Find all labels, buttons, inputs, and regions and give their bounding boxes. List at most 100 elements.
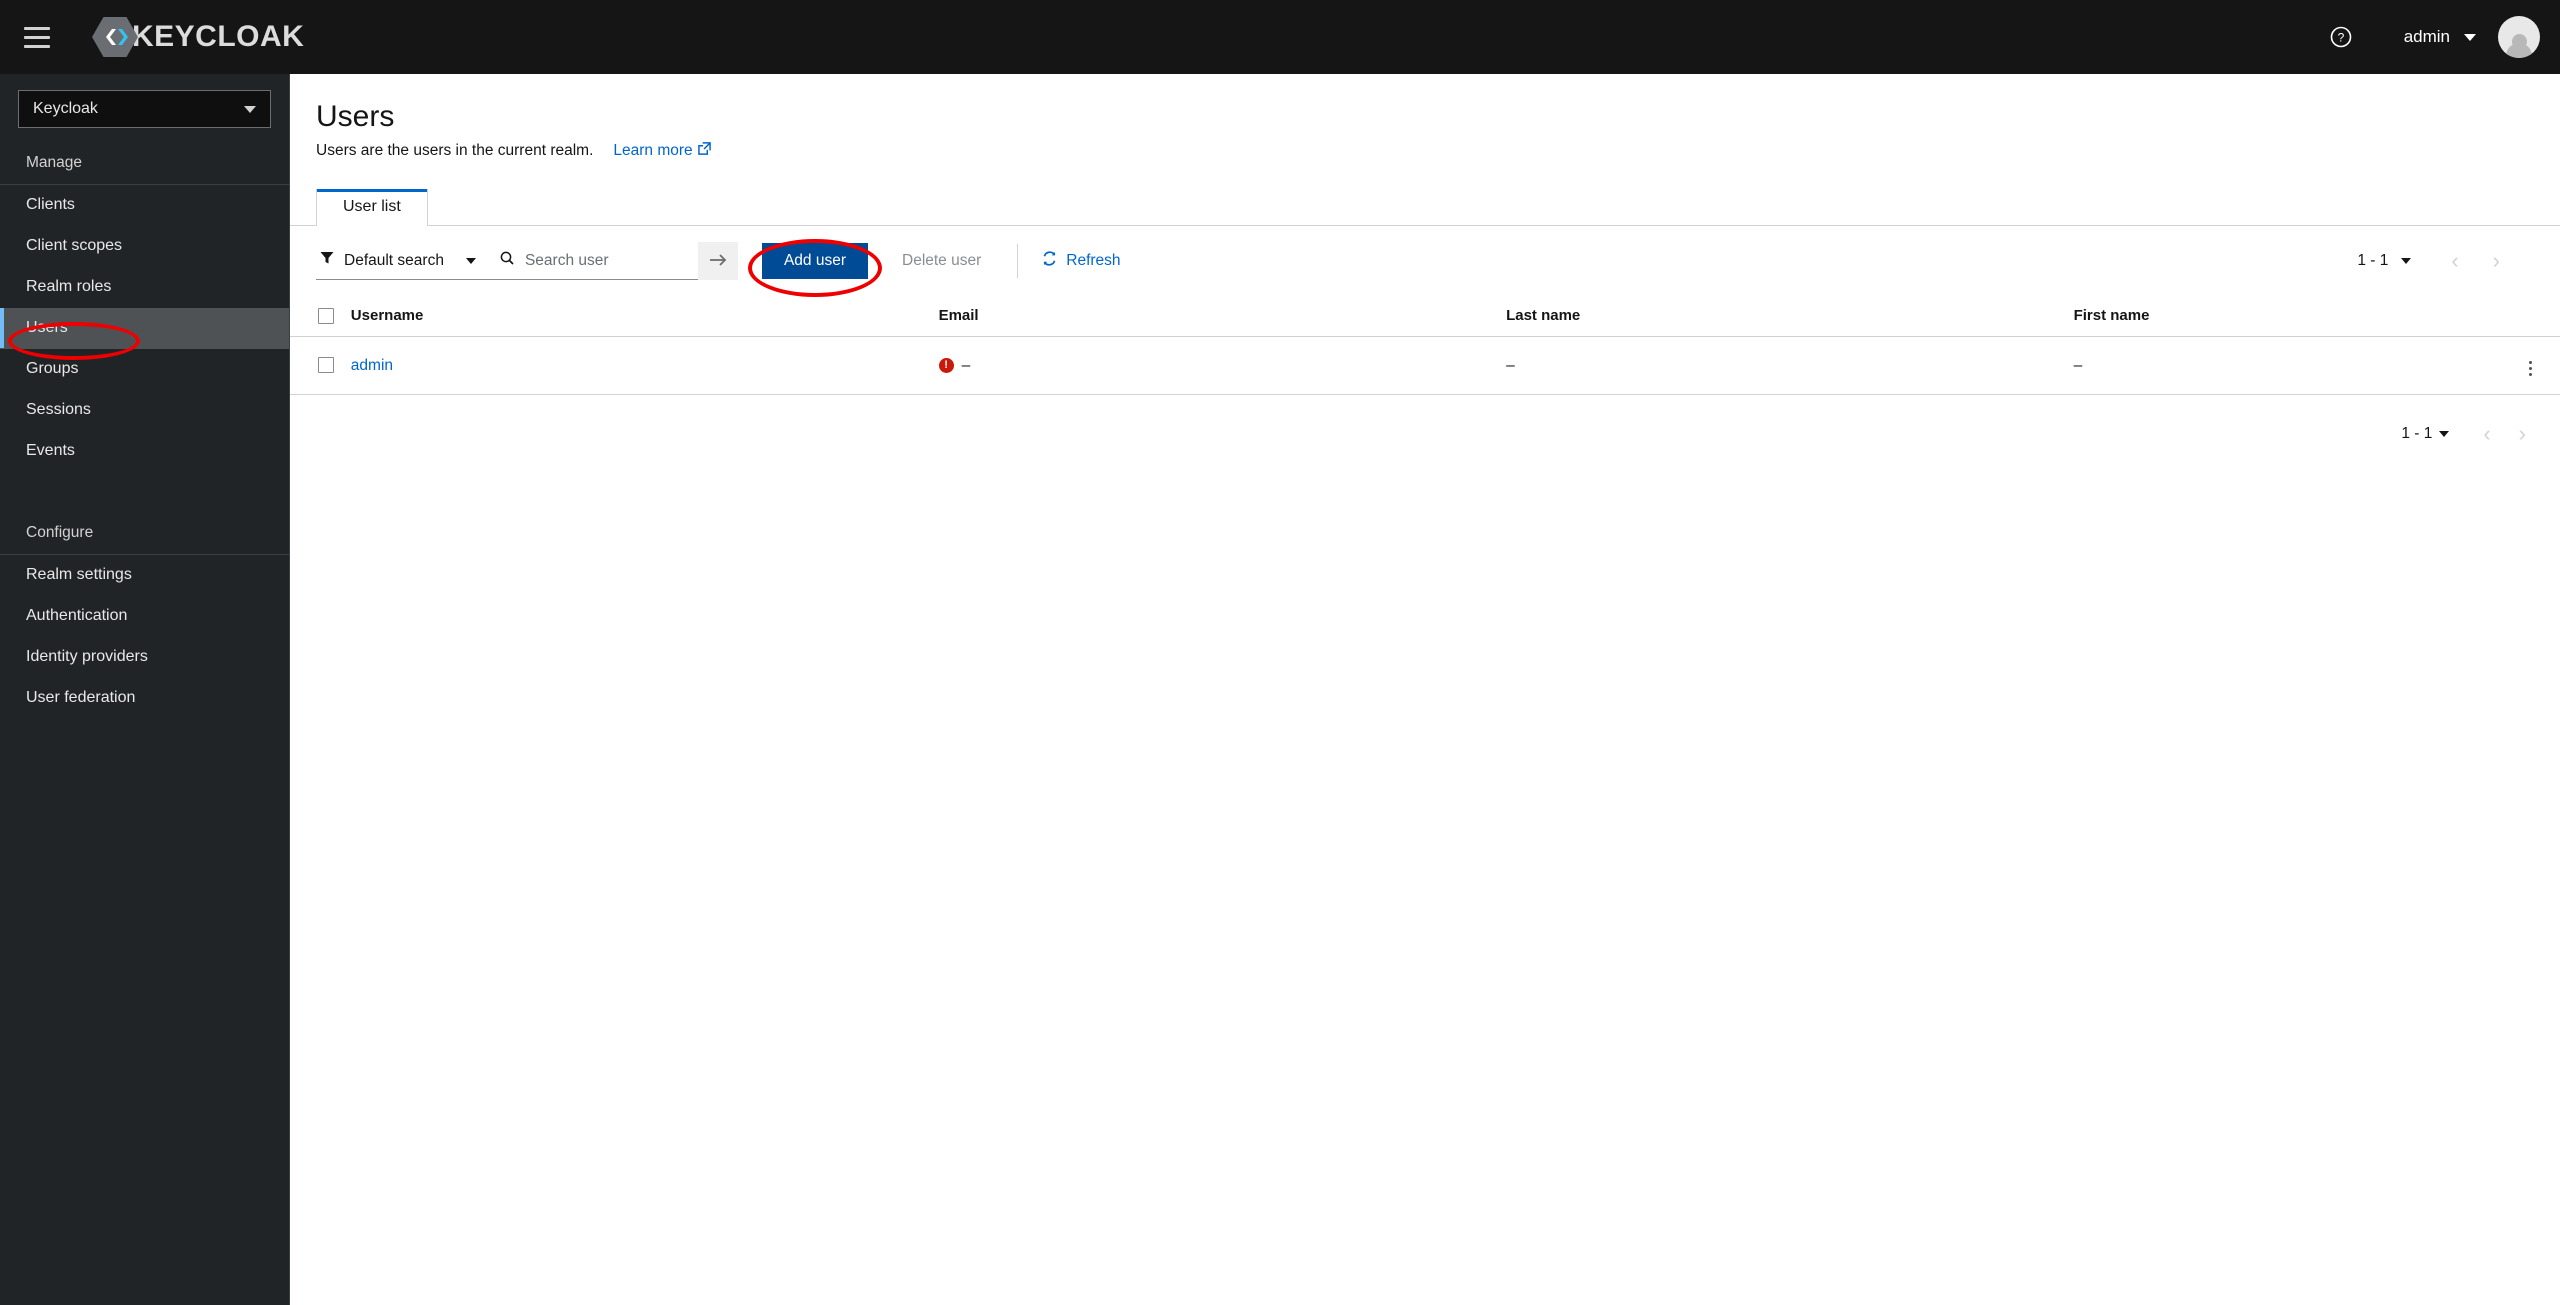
brand-logo[interactable]: KEYCLOAK <box>92 16 304 58</box>
users-table-head: Username Email Last name First name <box>290 295 2560 338</box>
user-link[interactable]: admin <box>351 357 393 374</box>
sidebar-item-client-scopes[interactable]: Client scopes <box>0 226 289 267</box>
search-submit-button[interactable] <box>697 242 738 280</box>
cell-first-name: – <box>2073 336 2500 396</box>
sidebar-item-authentication[interactable]: Authentication <box>0 596 289 637</box>
search-icon <box>500 251 514 270</box>
column-header-last-name: Last name <box>1506 295 2074 338</box>
masthead: KEYCLOAK ? admin <box>0 0 2560 74</box>
cell-last-name: – <box>1506 336 2074 396</box>
sidebar-item-label: Events <box>26 442 75 459</box>
pagination-next-button[interactable]: › <box>2505 417 2540 451</box>
chevron-down-icon[interactable] <box>2439 431 2450 438</box>
chevron-down-icon[interactable] <box>2401 258 2412 264</box>
sidebar-item-label: User federation <box>26 689 136 706</box>
search-field-wrap <box>487 242 698 280</box>
sidebar-item-sessions[interactable]: Sessions <box>0 390 289 431</box>
row-select-cell <box>290 336 351 396</box>
sidebar-item-users[interactable]: Users <box>0 308 289 349</box>
column-header-email: Email <box>938 295 1507 338</box>
sidebar-item-label: Users <box>26 319 68 336</box>
user-menu-toggle[interactable]: admin <box>2404 27 2476 47</box>
sidebar-item-label: Clients <box>26 196 75 213</box>
search-type-label: Default search <box>344 251 444 269</box>
cell-email-value: – <box>961 356 971 374</box>
nav-section-title-manage: Manage <box>0 142 289 185</box>
sidebar-item-label: Groups <box>26 360 79 377</box>
sidebar-item-label: Client scopes <box>26 237 123 254</box>
page-title: Users <box>316 100 395 133</box>
sidebar-item-label: Sessions <box>26 401 91 418</box>
search-type-dropdown[interactable]: Default search <box>316 242 488 280</box>
user-menu-label: admin <box>2403 27 2450 46</box>
tab-bar: User list <box>290 186 2560 226</box>
search-input[interactable] <box>522 250 698 271</box>
avatar[interactable] <box>2498 16 2540 58</box>
svg-text:?: ? <box>2337 31 2344 45</box>
select-all-checkbox[interactable] <box>318 308 334 325</box>
cell-email: ! – <box>938 336 1507 396</box>
select-all-header <box>290 295 351 338</box>
refresh-button[interactable]: Refresh <box>1036 250 1126 272</box>
sidebar-item-label: Realm settings <box>26 566 132 583</box>
sidebar-item-label: Authentication <box>26 607 128 624</box>
masthead-actions: ? admin <box>2318 14 2560 60</box>
cell-actions <box>2499 336 2560 396</box>
pagination-range: 1 - 1 <box>2357 252 2389 269</box>
sidebar-item-realm-settings[interactable]: Realm settings <box>0 555 289 596</box>
table-row: admin ! – – – <box>290 336 2560 396</box>
nav-group-configure: Configure Realm settings Authentication … <box>0 512 289 719</box>
sidebar-item-label: Identity providers <box>26 648 148 665</box>
learn-more-label: Learn more <box>613 142 693 159</box>
sidebar-item-user-federation[interactable]: User federation <box>0 678 289 719</box>
learn-more-link[interactable]: Learn more <box>613 142 711 160</box>
pagination-bottom: 1 - 1 ‹ › <box>290 395 2560 451</box>
tab-label: User list <box>343 198 401 215</box>
nav-group-manage: Manage Clients Client scopes Realm roles… <box>0 142 289 472</box>
page-description: Users are the users in the current realm… <box>316 142 594 159</box>
toolbar: Default search Add user Delete user <box>290 226 2560 295</box>
sidebar-item-clients[interactable]: Clients <box>0 185 289 226</box>
kebab-menu-icon[interactable] <box>2525 357 2536 380</box>
table-header-row: Username Email Last name First name <box>290 295 2560 338</box>
sidebar-item-identity-providers[interactable]: Identity providers <box>0 637 289 678</box>
users-table-body: admin ! – – – <box>290 336 2560 396</box>
sidebar-item-events[interactable]: Events <box>0 431 289 472</box>
chevron-down-icon <box>2464 33 2476 41</box>
column-header-first-name: First name <box>2073 295 2500 338</box>
sidebar-item-realm-roles[interactable]: Realm roles <box>0 267 289 308</box>
cell-username: admin <box>350 336 939 396</box>
pagination-next-button[interactable]: › <box>2479 244 2514 278</box>
realm-selector-value: Keycloak <box>33 100 98 117</box>
sidebar-item-groups[interactable]: Groups <box>0 349 289 390</box>
filter-icon <box>320 251 334 270</box>
hamburger-menu-icon[interactable] <box>18 18 56 56</box>
realm-selector[interactable]: Keycloak <box>18 90 271 128</box>
help-circle-icon[interactable]: ? <box>2318 14 2364 60</box>
pagination-prev-button[interactable]: ‹ <box>2469 417 2504 451</box>
add-user-button[interactable]: Add user <box>761 243 868 279</box>
chevron-down-icon <box>244 105 256 113</box>
row-checkbox[interactable] <box>318 357 334 374</box>
page-description-row: Users are the users in the current realm… <box>316 142 2534 160</box>
sidebar-item-label: Realm roles <box>26 278 112 295</box>
nav-section-title-configure: Configure <box>0 512 289 555</box>
main-content: Users Users are the users in the current… <box>290 74 2560 1305</box>
arrow-right-icon <box>709 252 727 271</box>
brand-text: KEYCLOAK <box>132 20 305 53</box>
delete-user-button[interactable]: Delete user <box>884 243 999 279</box>
column-header-username: Username <box>350 295 939 338</box>
toolbar-divider <box>1017 244 1019 278</box>
users-table: Username Email Last name First name admi… <box>290 295 2560 396</box>
pagination-top: 1 - 1 ‹ › <box>2357 244 2534 278</box>
column-header-actions <box>2499 295 2560 338</box>
refresh-icon <box>1042 251 1057 271</box>
pagination-prev-button[interactable]: ‹ <box>2437 244 2472 278</box>
tab-user-list[interactable]: User list <box>316 189 428 226</box>
chevron-down-icon <box>465 257 476 264</box>
external-link-icon <box>697 142 711 160</box>
pagination-range: 1 - 1 <box>2401 425 2433 443</box>
page-header: Users Users are the users in the current… <box>290 74 2560 160</box>
refresh-label: Refresh <box>1066 252 1121 269</box>
keycloak-hex-icon <box>92 16 138 58</box>
